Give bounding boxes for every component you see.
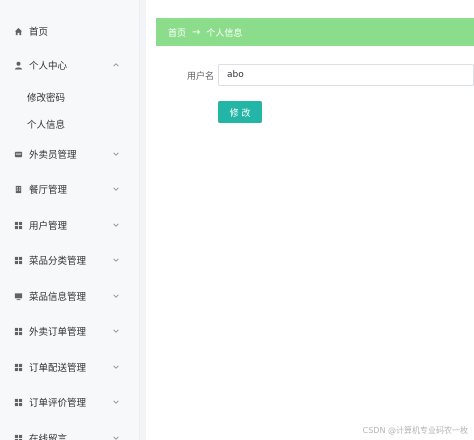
grid-icon [14, 327, 23, 336]
main-content: 首页 → 个人信息 用户名 修 改 [146, 0, 474, 440]
user-icon [14, 61, 23, 70]
breadcrumb-separator: → [192, 26, 201, 38]
chevron-up-icon [112, 61, 120, 69]
grid-icon [14, 398, 23, 407]
watermark: CSDN @计算机专业码农一枚 [362, 426, 468, 435]
sidebar-item-user-management[interactable]: 用户管理 [0, 213, 139, 237]
sidebar-item-restaurant-management[interactable]: 餐厅管理 [0, 177, 139, 201]
sidebar-item-label: 订单配送管理 [29, 363, 87, 374]
chevron-down-icon [112, 256, 120, 264]
sidebar-item-label: 用户管理 [29, 221, 68, 232]
sidebar-item-label: 外卖员管理 [29, 150, 77, 161]
sidebar-item-personal-center[interactable]: 个人中心 [0, 53, 139, 77]
sidebar-item-delivery-order-management[interactable]: 外卖订单管理 [0, 319, 139, 343]
home-icon [14, 27, 23, 36]
sidebar-item-order-review-management[interactable]: 订单评价管理 [0, 390, 139, 414]
sidebar-item-label: 外卖订单管理 [29, 327, 87, 338]
submit-button[interactable]: 修 改 [218, 101, 262, 123]
sidebar-item-order-dispatch-management[interactable]: 订单配送管理 [0, 355, 139, 379]
grid-icon [14, 434, 23, 440]
sidebar-item-label: 订单评价管理 [29, 398, 87, 409]
username-label: 用户名 [186, 72, 214, 82]
username-input[interactable] [218, 64, 474, 86]
sidebar-item-dish-category-management[interactable]: 菜品分类管理 [0, 248, 139, 272]
sidebar-subitem-change-password[interactable]: 修改密码 [0, 86, 139, 108]
monitor-icon [14, 292, 23, 301]
sidebar-subitem-personal-info[interactable]: 个人信息 [0, 113, 139, 135]
chevron-down-icon [112, 150, 120, 158]
chevron-down-icon [112, 185, 120, 193]
sidebar-item-label: 餐厅管理 [29, 185, 68, 196]
breadcrumb-current: 个人信息 [206, 28, 243, 39]
chevron-down-icon [112, 363, 120, 371]
chevron-down-icon [112, 292, 120, 300]
chevron-down-icon [112, 434, 120, 440]
chevron-down-icon [112, 221, 120, 229]
sidebar-subitem-label: 个人信息 [27, 120, 66, 131]
sidebar-item-online-messages[interactable]: 在线留言 [0, 426, 139, 440]
breadcrumb-home[interactable]: 首页 [168, 26, 186, 39]
sidebar-item-label: 菜品信息管理 [29, 292, 87, 303]
sidebar-subitem-label: 修改密码 [27, 93, 66, 104]
chevron-down-icon [112, 327, 120, 335]
chevron-down-icon [112, 398, 120, 406]
sidebar-item-label: 个人中心 [29, 61, 68, 72]
sidebar-item-label: 菜品分类管理 [29, 256, 87, 267]
breadcrumb: 首页 → 个人信息 [156, 18, 474, 46]
sidebar-item-courier-management[interactable]: 外卖员管理 [0, 142, 139, 166]
sidebar-item-label: 在线留言 [29, 434, 68, 440]
bike-icon [14, 150, 23, 159]
grid-icon [14, 256, 23, 265]
sidebar-item-label: 首页 [29, 27, 49, 38]
sidebar-item-home[interactable]: 首页 [0, 19, 139, 43]
sidebar-item-dish-info-management[interactable]: 菜品信息管理 [0, 284, 139, 308]
grid-icon [14, 221, 23, 230]
sidebar: 首页 个人中心 修改密码 个人信息 外卖员管理 餐厅管理 用户管理 菜品分类管理… [0, 0, 140, 440]
building-icon [14, 185, 23, 194]
grid-icon [14, 363, 23, 372]
